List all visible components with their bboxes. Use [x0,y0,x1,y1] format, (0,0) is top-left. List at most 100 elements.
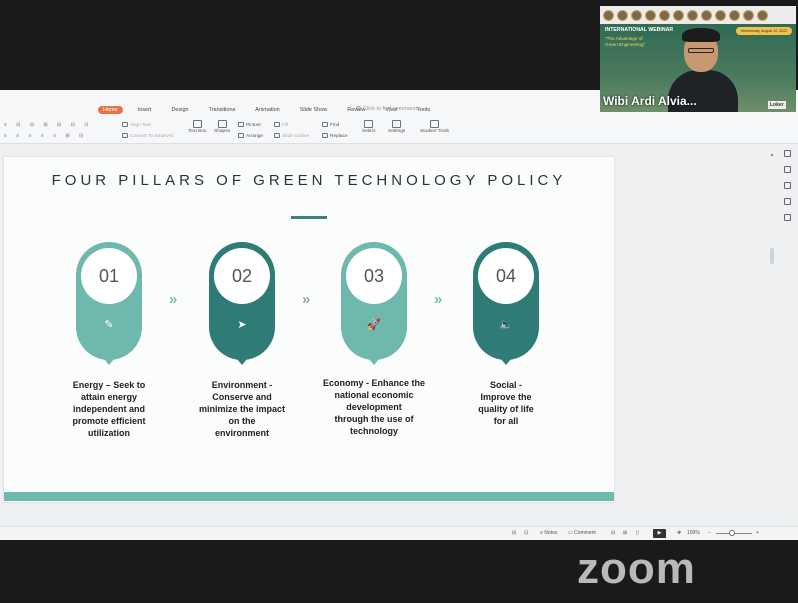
spell-icon[interactable]: ⊟ [512,530,516,536]
zoom-in-icon[interactable]: + [756,530,759,536]
notes-button[interactable]: ≡ Notes [540,530,557,536]
format-row-2[interactable]: ≡ ≡ ≡ ≡ ≡ ⊞ ⊟ [4,133,87,139]
double-chevron-icon: » [302,291,310,308]
speaker-icon: 🔈 [499,319,513,331]
zoom-meeting-window: Home Insert Design Transitions Animation… [0,0,798,603]
slide-canvas[interactable]: FOUR PILLARS OF GREEN TECHNOLOGY POLICY … [4,157,614,502]
select-icon [364,120,374,128]
picture-button[interactable]: Picture [238,122,261,128]
university-seal-icon [757,9,768,21]
settings-icon [392,120,402,128]
tab-design[interactable]: Design [166,106,193,114]
status-bar: ⊟ ⊡ ≡ Notes ▭ Comment ⊟ ⊞ ▯ ▶ ✥ 109% − + [0,526,798,540]
rocket-icon: 🚀 [367,319,381,331]
text-box-icon [192,120,202,128]
tab-transitions[interactable]: Transitions [204,106,241,114]
scroll-up-icon[interactable]: ▲ [769,152,775,158]
replace-icon [322,133,328,138]
university-seal-icon [743,9,754,21]
tab-slide-show[interactable]: Slide Show [295,106,333,114]
history-icon[interactable] [783,198,791,205]
text-box-button[interactable]: Text Box [188,120,206,134]
find-icon [322,122,328,127]
settings-button[interactable]: Settings [388,120,405,134]
university-seal-icon [631,9,642,21]
property-icon[interactable] [783,150,791,157]
comment-button[interactable]: ▭ Comment [568,530,596,536]
double-chevron-icon: » [434,291,442,308]
pillar-description: Social - Improve the quality of life for… [478,380,534,426]
tab-insert[interactable]: Insert [133,106,157,114]
outline-icon [274,133,280,138]
participant-name: Wibi Ardi Alvia... [603,94,697,108]
format-row-1[interactable]: ≡ ⊟ ⊟ ⊞ ⊟ ⊟ ⊡ [4,122,92,128]
double-chevron-icon: » [169,291,177,308]
style-icon[interactable] [783,166,791,173]
pillar-description: Environment - Conserve and minimize the … [198,380,286,438]
fill-button[interactable]: Fill [274,122,288,128]
arrow-down-icon [501,359,511,365]
pillar-arrow-stem [505,352,507,359]
glasses-icon [688,48,714,53]
find-commands-placeholder: Click to find commands [363,106,420,112]
find-commands-search[interactable]: Click to find commands [356,106,420,112]
tab-animation[interactable]: Animation [250,106,284,114]
notepad-icon: ✎ [104,319,114,331]
zoom-out-icon[interactable]: − [708,530,711,536]
fit-icon[interactable]: ✥ [677,530,681,536]
outline-button[interactable]: Slide Outline [274,133,309,139]
right-sidebar [776,150,798,330]
protect-icon[interactable]: ⊡ [524,530,528,536]
brand-watermark: Loker [768,101,786,109]
pillar-description: Economy - Enhance the national economic … [322,378,426,436]
animation-icon[interactable] [783,182,791,189]
shapes-button[interactable]: Shapes [214,120,230,134]
university-seal-icon [659,9,670,21]
arrow-down-icon [369,359,379,365]
pillar-number: 01 [81,248,137,304]
convert-smartart-button[interactable]: Convert To SmartArt [122,133,173,139]
sponsor-logos [600,6,796,24]
help-icon[interactable] [783,214,791,221]
university-seal-icon [701,9,712,21]
pillar-number: 03 [346,248,402,304]
webinar-title: "The Advantage of Green Engineering" [605,36,646,47]
arrow-down-icon [237,359,247,365]
pillar-description: Energy – Seek to attain energy independe… [72,380,146,438]
slide-title: FOUR PILLARS OF GREEN TECHNOLOGY POLICY [51,172,567,189]
university-seal-icon [645,9,656,21]
university-seal-icon [687,9,698,21]
pillar-04: 04 🔈 [473,242,539,360]
university-seal-icon [715,9,726,21]
pillar-01: 01 ✎ [76,242,142,360]
tab-home[interactable]: Home [98,106,123,114]
picture-icon [238,122,244,127]
university-seal-icon [673,9,684,21]
slide-footer-bar [4,492,614,501]
person-hair [682,28,720,42]
pillar-number: 02 [214,248,270,304]
university-seal-icon [617,9,628,21]
find-button[interactable]: Find [322,122,339,128]
paper-plane-icon: ➤ [237,319,247,331]
pillar-number: 04 [478,248,534,304]
vertical-scrollbar[interactable]: ▲ [769,152,775,512]
align-text-button[interactable]: Align Text [122,122,151,128]
sorter-view-icon[interactable]: ⊞ [623,530,627,536]
smartart-icon [122,133,128,138]
zoom-level[interactable]: 109% [687,530,700,536]
zoom-slider-knob[interactable] [729,530,735,536]
replace-button[interactable]: Replace [322,133,348,139]
participant-video[interactable]: INTERNATIONAL WEBINAR "The Advantage of … [600,6,796,112]
normal-view-icon[interactable]: ⊟ [611,530,615,536]
pillar-arrow-stem [241,352,243,359]
play-slideshow-button[interactable]: ▶ [653,529,666,538]
shapes-icon [217,120,227,128]
arrange-icon [238,133,244,138]
student-tools-button[interactable]: Student Tools [420,120,449,134]
arrow-down-icon [104,359,114,365]
scroll-thumb[interactable] [770,248,774,264]
select-button[interactable]: Select [362,120,375,134]
reading-view-icon[interactable]: ▯ [636,530,639,536]
arrange-button[interactable]: Arrange [238,133,263,139]
